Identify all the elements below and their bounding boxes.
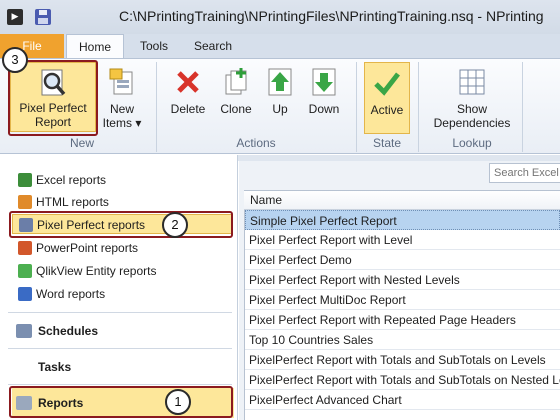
active-toggle-button[interactable]: Active xyxy=(364,62,410,134)
html-reports-icon xyxy=(18,195,32,209)
word-reports-icon xyxy=(18,287,32,301)
save-icon[interactable] xyxy=(35,9,51,25)
search-input[interactable] xyxy=(489,163,560,183)
ribbon-separator xyxy=(522,62,523,152)
nav-section-label: Schedules xyxy=(38,324,99,338)
new-items-icon xyxy=(109,68,133,95)
excel-reports-icon xyxy=(18,173,32,187)
checkmark-icon xyxy=(374,72,400,96)
tab-tools[interactable]: Tools xyxy=(132,34,176,58)
up-label: Up xyxy=(272,102,288,116)
nav-section-label: Tasks xyxy=(38,360,72,374)
down-label: Down xyxy=(308,102,340,116)
table-row[interactable]: Simple Pixel Perfect Report xyxy=(245,210,560,230)
group-label-actions: Actions xyxy=(236,136,276,150)
app-icon[interactable]: ▶ xyxy=(7,9,23,25)
table-row[interactable]: Top 10 Countries Sales xyxy=(245,330,560,350)
clone-icon xyxy=(225,68,247,95)
up-button[interactable]: Up xyxy=(262,62,298,134)
nav-item-label: Word reports xyxy=(36,287,106,301)
ribbon-separator xyxy=(156,62,157,152)
nav-divider xyxy=(8,312,232,313)
clone-button[interactable]: Clone xyxy=(214,62,258,134)
callout-box-1 xyxy=(9,386,233,418)
schedules-icon xyxy=(16,324,32,338)
new-items-button[interactable]: New Items ▾ xyxy=(100,62,144,134)
dependencies-icon xyxy=(459,69,485,95)
delete-label: Delete xyxy=(170,102,206,116)
group-label-new: New xyxy=(69,136,94,150)
callout-box-2 xyxy=(9,211,233,238)
show-dependencies-label: Show Dependencies xyxy=(433,102,511,130)
nav-item-label: HTML reports xyxy=(36,195,109,209)
group-label-lookup: Lookup xyxy=(452,136,492,150)
table-row[interactable]: PixelPerfect Report with Totals and SubT… xyxy=(245,350,560,370)
column-header-name[interactable]: Name xyxy=(244,191,560,210)
table-row[interactable]: Pixel Perfect Report with Nested Levels xyxy=(245,270,560,290)
table-row[interactable]: Pixel Perfect Demo xyxy=(245,250,560,270)
callout-badge-3: 3 xyxy=(2,47,28,73)
qlikview-entity-reports-icon xyxy=(18,264,32,278)
active-label: Active xyxy=(370,103,404,117)
callout-box-3 xyxy=(8,60,98,136)
nav-section-schedules[interactable]: Schedules xyxy=(12,316,234,346)
show-dependencies-button[interactable]: Show Dependencies xyxy=(428,62,516,134)
table-row[interactable]: Pixel Perfect MultiDoc Report xyxy=(245,290,560,310)
table-row[interactable]: PixelPerfect Report with Totals and SubT… xyxy=(245,370,560,390)
new-items-text: New Items xyxy=(102,102,134,130)
arrow-up-icon xyxy=(268,68,292,96)
tab-home[interactable]: Home xyxy=(66,34,124,59)
nav-divider xyxy=(8,348,232,349)
delete-icon xyxy=(177,71,199,93)
chevron-down-icon: ▾ xyxy=(135,116,142,130)
table-row[interactable]: PixelPerfect Advanced Chart xyxy=(245,390,560,410)
ribbon-separator xyxy=(356,62,357,152)
nav-section-tasks[interactable]: Tasks xyxy=(12,352,234,382)
arrow-down-icon xyxy=(312,68,336,96)
nav-item-label: Excel reports xyxy=(36,173,107,187)
table-row[interactable]: Pixel Perfect Report with Repeated Page … xyxy=(245,310,560,330)
clone-label: Clone xyxy=(220,102,252,116)
powerpoint-reports-icon xyxy=(18,241,32,255)
tab-search[interactable]: Search xyxy=(188,34,238,58)
new-items-label: New Items ▾ xyxy=(100,102,144,130)
delete-button[interactable]: Delete xyxy=(166,62,210,134)
nav-item-label: QlikView Entity reports xyxy=(36,264,157,278)
group-label-state: State xyxy=(372,136,402,150)
window-title: C:\NPrintingTraining\NPrintingFiles\NPri… xyxy=(119,8,544,24)
callout-badge-1: 1 xyxy=(165,389,191,415)
nav-item-label: PowerPoint reports xyxy=(36,241,139,255)
callout-badge-2: 2 xyxy=(162,212,188,238)
nav-divider xyxy=(8,384,232,385)
ribbon-separator xyxy=(418,62,419,152)
down-button[interactable]: Down xyxy=(304,62,344,134)
table-row[interactable]: Pixel Perfect Report with Level xyxy=(245,230,560,250)
